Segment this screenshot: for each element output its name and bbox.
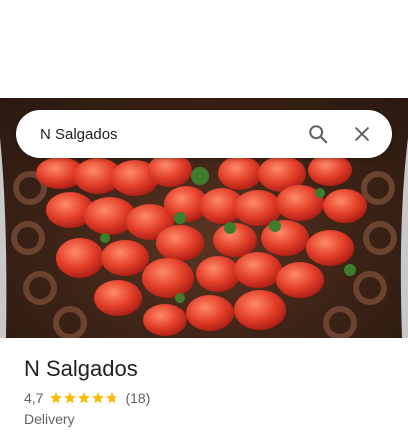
search-icon bbox=[309, 125, 328, 144]
review-count[interactable]: (18) bbox=[125, 390, 150, 406]
star-icon bbox=[50, 392, 63, 404]
star-icon bbox=[106, 392, 119, 404]
star-icon bbox=[64, 392, 77, 404]
search-input[interactable]: N Salgados bbox=[40, 126, 292, 143]
clear-search-button[interactable] bbox=[344, 116, 380, 152]
rating-stars bbox=[49, 391, 119, 405]
rating-value: 4,7 bbox=[24, 390, 44, 406]
top-blank-area bbox=[0, 0, 408, 98]
search-bar[interactable]: N Salgados bbox=[16, 110, 392, 158]
star-icon bbox=[78, 392, 91, 404]
search-button[interactable] bbox=[300, 116, 336, 152]
place-category: Delivery bbox=[24, 411, 75, 427]
close-icon bbox=[355, 127, 369, 141]
rating-row[interactable]: 4,7 (18) bbox=[24, 390, 150, 406]
place-name: N Salgados bbox=[24, 356, 138, 381]
star-icon bbox=[92, 392, 105, 404]
